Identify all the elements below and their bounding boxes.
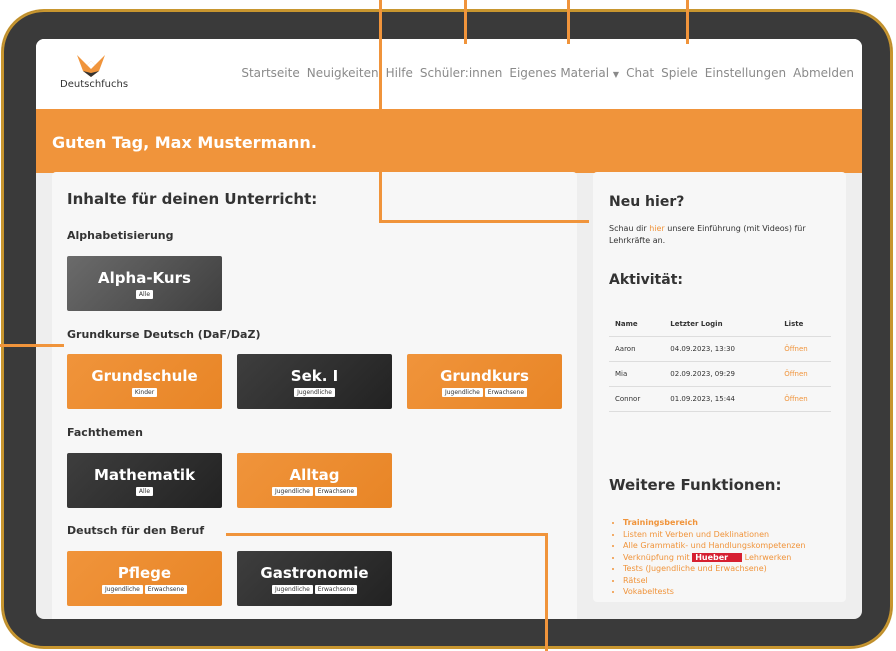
callout-line [686,0,689,44]
cell-login: 04.09.2023, 13:30 [664,336,779,362]
section-grundkurse: Grundkurse Deutsch (DaF/DaZ) [67,328,261,341]
list-item[interactable]: Alle Grammatik- und Handlungskompetenzen [623,540,805,552]
content-card: Inhalte für deinen Unterricht: Alphabeti… [52,172,577,619]
list-item[interactable]: Tests (Jugendliche und Erwachsene) [623,563,805,575]
tag: Erwachsene [484,387,528,397]
more-list: Trainingsbereich Listen mit Verben und D… [609,517,805,598]
cell-name: Connor [609,386,665,412]
nav-hilfe[interactable]: Hilfe [386,66,413,80]
tag: Jugendliche [271,584,313,594]
list-item[interactable]: Listen mit Verben und Deklinationen [623,529,805,541]
cell-name: Aaron [609,336,665,362]
open-link[interactable]: Öffnen [778,386,831,412]
list-item[interactable]: Vokabeltests [623,586,805,598]
callout-line [545,533,548,651]
callout-line [379,220,589,223]
tile-alltag[interactable]: Alltag Jugendliche Erwachsene [237,453,392,508]
nav-chat[interactable]: Chat [626,66,654,80]
tile-alpha-kurs[interactable]: Alpha-Kurs Alle [67,256,222,311]
tag: Alle [135,289,154,299]
intro-text: Schau dir hier unsere Einführung (mit Vi… [609,223,829,247]
activity-title: Aktivität: [609,272,683,288]
item-training: Trainingsbereich [623,518,698,527]
tile-name: Grundkurs [440,366,529,385]
callout-line [464,0,467,44]
link-after: Lehrwerken [742,552,792,562]
cell-login: 01.09.2023, 15:44 [664,386,779,412]
tile-name: Pflege [117,563,172,582]
activity-table: Name Letzter Login Liste Aaron 04.09.202… [609,314,831,412]
col-login: Letzter Login [664,314,779,337]
tile-grundkurs[interactable]: Grundkurs Jugendliche Erwachsene [407,354,562,409]
tag: Jugendliche [294,387,335,397]
table-row: Mia 02.09.2023, 09:29 Öffnen [609,361,831,387]
nav-einstellungen[interactable]: Einstellungen [705,66,786,80]
tag: Kinder [131,387,158,397]
tag: Jugendliche [101,584,143,594]
content-title: Inhalte für deinen Unterricht: [67,190,318,208]
main-nav: Startseite Neuigkeiten Hilfe Schüler:inn… [241,66,854,80]
intro-before: Schau dir [609,224,650,233]
list-item[interactable]: Rätsel [623,575,805,587]
callout-line [0,344,64,347]
nav-schueler[interactable]: Schüler:innen [420,66,502,80]
list-item[interactable]: Trainingsbereich [623,517,805,529]
tile-pflege[interactable]: Pflege Jugendliche Erwachsene [67,551,222,606]
section-fachthemen: Fachthemen [67,426,143,439]
cell-login: 02.09.2023, 09:29 [664,361,779,387]
list-item[interactable]: Verknüpfung mit Hueber Lehrwerken [623,552,805,564]
tag: Erwachsene [314,584,358,594]
logo[interactable]: Deutschfuchs [60,53,130,97]
tag: Jugendliche [441,387,483,397]
nav-eigenes-material[interactable]: Eigenes Material ▼ [509,66,619,80]
tile-name: Alpha-Kurs [98,268,191,287]
section-alphabetisierung: Alphabetisierung [67,229,174,242]
open-link[interactable]: Öffnen [778,361,831,387]
nav-abmelden[interactable]: Abmelden [793,66,854,80]
tag: Erwachsene [314,486,358,496]
link-before: Verknüpfung mit [623,552,693,562]
tile-sek-1[interactable]: Sek. I Jugendliche [237,354,392,409]
greeting: Guten Tag, Max Mustermann. [52,133,317,152]
table-header-row: Name Letzter Login Liste [609,314,831,337]
navbar: Deutschfuchs Startseite Neuigkeiten Hilf… [36,39,862,109]
tile-name: Alltag [289,465,340,484]
caret-down-icon: ▼ [612,70,620,79]
table-row: Aaron 04.09.2023, 13:30 Öffnen [609,336,831,362]
more-title: Weitere Funktionen: [609,476,782,494]
tile-grundschule[interactable]: Grundschule Kinder [67,354,222,409]
cell-name: Mia [609,361,665,387]
sidebar-card: Neu hier? Schau dir hier unsere Einführu… [593,172,846,602]
screen: Deutschfuchs Startseite Neuigkeiten Hilf… [36,39,862,619]
tile-mathematik[interactable]: Mathematik Alle [67,453,222,508]
tile-gastronomie[interactable]: Gastronomie Jugendliche Erwachsene [237,551,392,606]
tile-name: Mathematik [93,465,196,484]
logo-text: Deutschfuchs [60,79,129,90]
nav-eigenes-material-label: Eigenes Material [509,66,610,80]
hueber-logo: Hueber [692,552,743,562]
greeting-banner: Guten Tag, Max Mustermann. [36,109,862,173]
fox-icon [77,55,105,77]
tag: Erwachsene [144,584,188,594]
intro-title: Neu hier? [609,194,685,210]
table-row: Connor 01.09.2023, 15:44 Öffnen [609,386,831,412]
tile-name: Gastronomie [260,563,369,582]
nav-neuigkeiten[interactable]: Neuigkeiten [307,66,379,80]
tag: Jugendliche [271,486,313,496]
callout-line [567,0,570,44]
open-link[interactable]: Öffnen [778,336,831,362]
tile-name: Sek. I [290,366,339,385]
callout-line [226,533,548,536]
nav-startseite[interactable]: Startseite [241,66,299,80]
col-list: Liste [778,314,831,337]
section-beruf: Deutsch für den Beruf [67,524,205,537]
tile-name: Grundschule [91,366,198,385]
col-name: Name [609,314,665,337]
nav-spiele[interactable]: Spiele [661,66,698,80]
tag: Alle [135,486,154,496]
callout-line [379,0,382,222]
intro-link[interactable]: hier [649,224,665,233]
